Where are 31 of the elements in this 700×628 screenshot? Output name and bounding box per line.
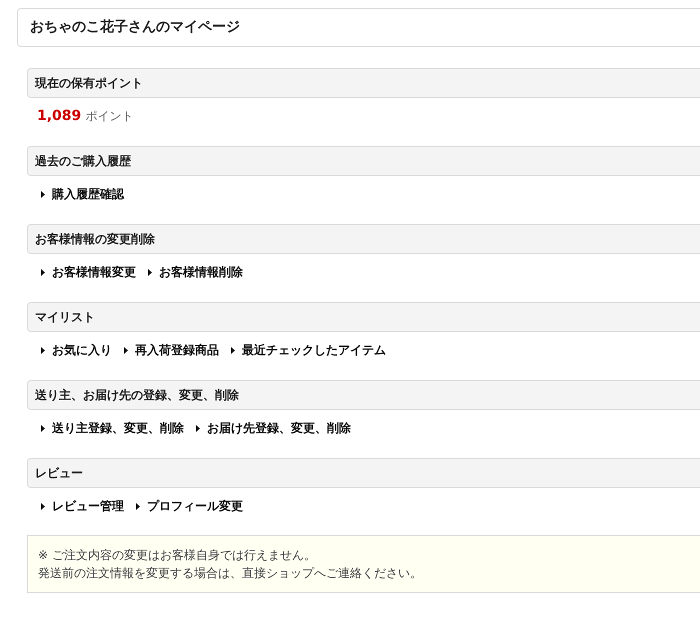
bullet-triangle-icon bbox=[136, 503, 140, 510]
page-title: おちゃのこ花子さんのマイページ bbox=[17, 8, 700, 47]
bullet-triangle-icon bbox=[41, 503, 45, 510]
menu-link[interactable]: プロフィール変更 bbox=[147, 498, 243, 515]
notice-text: ※ ご注文内容の変更はお客様自身では行えません。 bbox=[38, 547, 317, 564]
section-heading: お客様情報の変更削除 bbox=[27, 224, 700, 254]
menu-link[interactable]: 最近チェックしたアイテム bbox=[242, 342, 386, 359]
section-heading: レビュー bbox=[27, 458, 700, 488]
notice-text: 発送前の注文情報を変更する場合は、直接ショップへご連絡ください。 bbox=[38, 565, 423, 582]
bullet-triangle-icon bbox=[196, 425, 200, 432]
bullet-triangle-icon bbox=[231, 347, 235, 354]
section-heading: 送り主、お届け先の登録、変更、削除 bbox=[27, 380, 700, 410]
menu-link[interactable]: お届け先登録、変更、削除 bbox=[207, 420, 351, 437]
section-heading: 現在の保有ポイント bbox=[27, 68, 700, 98]
menu-link[interactable]: お客様情報変更 bbox=[52, 264, 136, 281]
points-value: 1,089 bbox=[37, 108, 82, 124]
bullet-triangle-icon bbox=[148, 269, 152, 276]
menu-link[interactable]: 送り主登録、変更、削除 bbox=[52, 420, 184, 437]
menu-link[interactable]: お気に入り bbox=[52, 342, 112, 359]
section-heading: 過去のご購入履歴 bbox=[27, 146, 700, 176]
section-heading: マイリスト bbox=[27, 302, 700, 332]
bullet-triangle-icon bbox=[124, 347, 128, 354]
menu-link[interactable]: 再入荷登録商品 bbox=[135, 342, 219, 359]
bullet-triangle-icon bbox=[41, 191, 45, 198]
bullet-triangle-icon bbox=[41, 347, 45, 354]
bullet-triangle-icon bbox=[41, 425, 45, 432]
menu-link[interactable]: レビュー管理 bbox=[52, 498, 124, 515]
bullet-triangle-icon bbox=[41, 269, 45, 276]
menu-link[interactable]: お客様情報削除 bbox=[159, 264, 243, 281]
points-unit: ポイント bbox=[85, 108, 134, 125]
menu-link[interactable]: 購入履歴確認 bbox=[52, 186, 124, 203]
